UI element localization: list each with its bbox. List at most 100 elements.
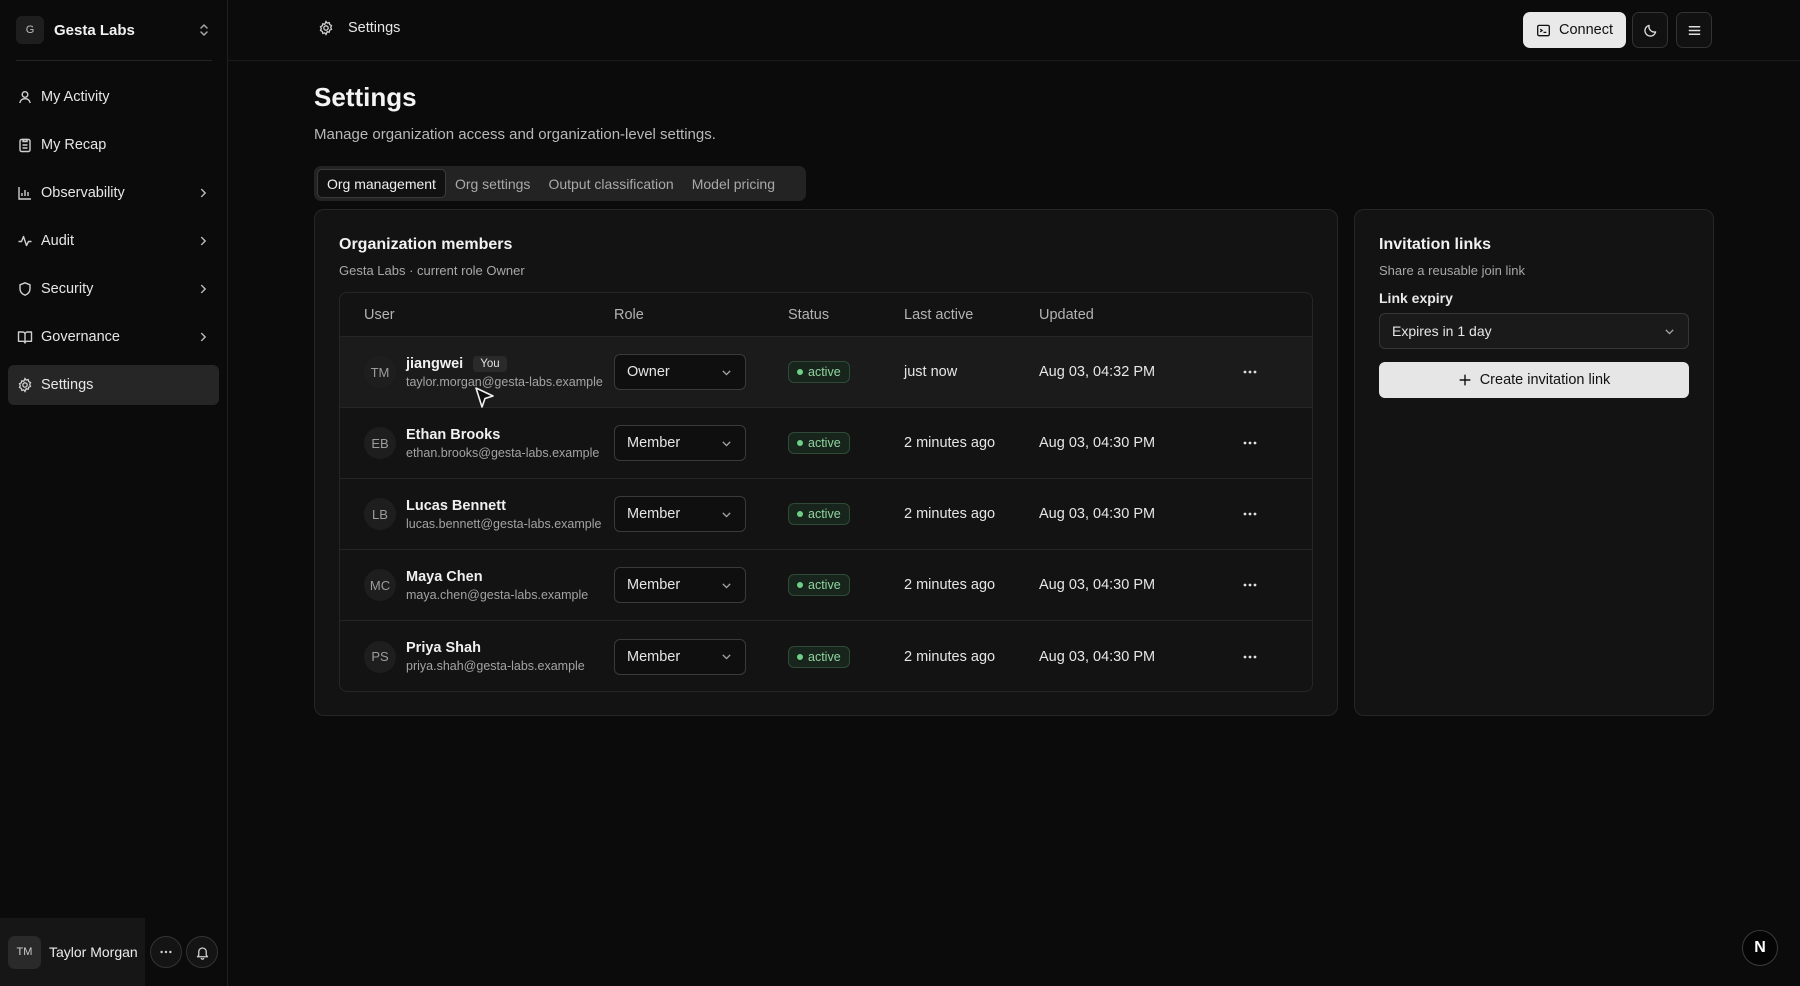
more-horizontal-icon <box>1243 441 1257 445</box>
role-select[interactable]: Member <box>614 638 746 675</box>
row-actions-button[interactable] <box>1236 358 1264 386</box>
row-actions-button[interactable] <box>1236 643 1264 671</box>
org-badge: G <box>16 16 44 44</box>
tab-output-classification[interactable]: Output classification <box>539 169 682 198</box>
role-select[interactable]: Member <box>614 567 746 603</box>
sidebar: G Gesta Labs My Activity My Recap Observ… <box>0 0 228 986</box>
org-switcher[interactable]: G Gesta Labs <box>16 16 212 44</box>
column-header-role: Role <box>614 306 644 323</box>
user-icon <box>19 91 31 104</box>
avatar: PS <box>364 640 396 673</box>
sidebar-item-label: Governance <box>41 329 120 345</box>
more-options-button[interactable] <box>150 936 182 968</box>
role-select[interactable]: Owner <box>614 354 746 390</box>
bell-icon <box>196 946 208 960</box>
tab-org-management[interactable]: Org management <box>317 169 446 198</box>
more-horizontal-icon <box>1243 655 1257 658</box>
members-table: User Role Status Last active Updated TM … <box>339 292 1313 692</box>
plus-icon <box>1459 374 1471 386</box>
user-bar: TM Taylor Morgan <box>0 918 228 986</box>
member-email: maya.chen@gesta-labs.example <box>406 587 589 602</box>
avatar: EB <box>364 427 396 459</box>
member-name: Maya Chen <box>406 568 483 585</box>
updated-at: Aug 03, 04:32 PM <box>1039 364 1156 380</box>
link-expiry-value: Expires in 1 day <box>1392 323 1492 339</box>
role-select[interactable]: Member <box>614 425 746 461</box>
sidebar-item-my-activity[interactable]: My Activity <box>8 77 219 117</box>
avatar: LB <box>364 498 396 530</box>
more-horizontal-icon <box>160 950 172 954</box>
framework-badge[interactable]: N <box>1742 930 1778 966</box>
chevron-right-icon <box>200 332 207 342</box>
member-name: Priya Shah <box>406 640 481 656</box>
org-name: Gesta Labs <box>54 21 135 39</box>
status-dot <box>797 511 803 517</box>
sidebar-divider <box>16 60 212 61</box>
row-actions-button[interactable] <box>1236 571 1264 599</box>
link-expiry-label: Link expiry <box>1379 290 1453 306</box>
sidebar-nav: My Activity My Recap Observability Audit… <box>8 77 219 413</box>
sidebar-item-label: Security <box>41 281 94 297</box>
sidebar-item-audit[interactable]: Audit <box>8 221 219 261</box>
chevron-down-icon <box>722 369 731 375</box>
members-title: Organization members <box>339 236 513 253</box>
topbar: Settings Connect <box>228 0 1800 61</box>
tab-model-pricing[interactable]: Model pricing <box>683 169 784 198</box>
sidebar-item-observability[interactable]: Observability <box>8 173 219 213</box>
sidebar-item-label: Audit <box>41 233 75 249</box>
shield-icon <box>19 282 31 296</box>
tab-org-settings[interactable]: Org settings <box>446 169 539 198</box>
sidebar-item-governance[interactable]: Governance <box>8 317 219 357</box>
table-row: PS Priya Shah priya.shah@gesta-labs.exam… <box>340 621 1312 691</box>
more-horizontal-icon <box>1243 583 1257 587</box>
status-badge: active <box>788 645 850 668</box>
status-dot <box>797 582 803 588</box>
last-active: just now <box>904 364 958 380</box>
updated-at: Aug 03, 04:30 PM <box>1039 435 1156 451</box>
chevron-right-icon <box>200 188 207 198</box>
table-row: EB Ethan Brooks ethan.brooks@gesta-labs.… <box>340 408 1312 479</box>
column-header-status: Status <box>788 306 830 323</box>
member-email: ethan.brooks@gesta-labs.example <box>406 445 600 460</box>
member-email: priya.shah@gesta-labs.example <box>406 659 585 673</box>
sidebar-item-my-recap[interactable]: My Recap <box>8 125 219 165</box>
user-menu[interactable]: TM Taylor Morgan <box>0 918 145 986</box>
status-text: active <box>808 365 841 379</box>
member-email: taylor.morgan@gesta-labs.example <box>406 374 603 389</box>
sidebar-item-security[interactable]: Security <box>8 269 219 309</box>
gear-icon <box>18 377 32 393</box>
sidebar-item-settings[interactable]: Settings <box>8 365 219 405</box>
connect-button[interactable]: Connect <box>1523 12 1626 48</box>
chevron-down-icon <box>722 654 731 660</box>
terminal-icon <box>1537 24 1550 36</box>
settings-tabs: Org management Org settings Output class… <box>314 166 806 201</box>
role-select[interactable]: Member <box>614 496 746 532</box>
row-actions-button[interactable] <box>1236 429 1264 457</box>
chevron-down-icon <box>722 440 731 446</box>
bar-chart-icon <box>18 187 31 200</box>
invitation-subtitle: Share a reusable join link <box>1379 263 1525 278</box>
invitation-links-card: Invitation links Share a reusable join l… <box>1354 209 1714 716</box>
row-actions-button[interactable] <box>1236 500 1264 528</box>
last-active: 2 minutes ago <box>904 577 996 593</box>
table-row: MC Maya Chen maya.chen@gesta-labs.exampl… <box>340 550 1312 621</box>
link-expiry-select[interactable]: Expires in 1 day <box>1379 313 1689 349</box>
status-dot <box>797 369 803 375</box>
avatar: TM <box>364 356 396 388</box>
status-text: active <box>808 649 841 664</box>
breadcrumb-label: Settings <box>348 20 401 36</box>
theme-toggle-button[interactable] <box>1632 12 1668 48</box>
chevron-right-icon <box>200 284 207 294</box>
gear-icon <box>319 20 333 36</box>
invitation-title: Invitation links <box>1379 236 1492 253</box>
clipboard-icon <box>19 138 31 153</box>
column-header-updated: Updated <box>1039 306 1094 323</box>
status-badge: active <box>788 361 850 383</box>
column-header-user: User <box>364 306 395 323</box>
chevron-down-icon <box>722 511 731 517</box>
avatar: MC <box>364 569 396 601</box>
notifications-button[interactable] <box>186 936 218 968</box>
create-invitation-link-button[interactable]: Create invitation link <box>1379 362 1689 398</box>
menu-button[interactable] <box>1676 12 1712 48</box>
status-badge: active <box>788 574 850 596</box>
